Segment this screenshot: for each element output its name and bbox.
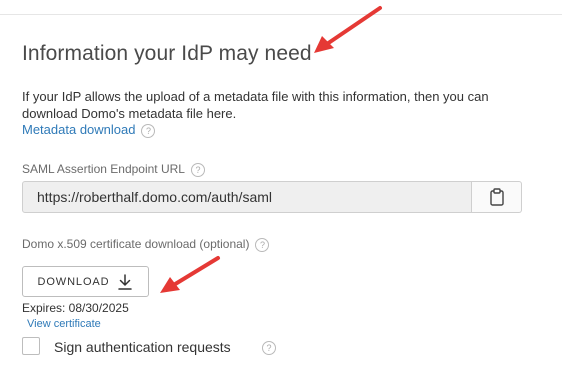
saml-endpoint-label: SAML Assertion Endpoint URL? xyxy=(22,162,205,177)
saml-endpoint-url-field[interactable]: https://roberthalf.domo.com/auth/saml xyxy=(22,181,472,213)
help-icon[interactable]: ? xyxy=(141,123,156,138)
download-icon xyxy=(118,273,133,290)
metadata-download-label[interactable]: Metadata download xyxy=(22,122,135,137)
sign-requests-label[interactable]: Sign authentication requests xyxy=(54,339,231,355)
section-description: If your IdP allows the upload of a metad… xyxy=(22,89,489,121)
certificate-download-label: Domo x.509 certificate download (optiona… xyxy=(22,237,270,252)
certificate-expiry: Expires: 08/30/2025 xyxy=(22,301,129,315)
help-icon[interactable]: ? xyxy=(262,341,276,355)
download-button-label[interactable]: DOWNLOAD xyxy=(38,276,110,288)
saml-endpoint-label-text: SAML Assertion Endpoint URL xyxy=(22,162,185,176)
download-certificate-button[interactable]: DOWNLOAD xyxy=(22,266,149,297)
section-heading: Information your IdP may need xyxy=(22,42,312,65)
sign-requests-checkbox[interactable] xyxy=(22,337,40,355)
metadata-download-link[interactable]: Metadata download? xyxy=(22,122,156,138)
help-icon[interactable]: ? xyxy=(255,237,270,252)
help-icon[interactable]: ? xyxy=(190,162,205,177)
copy-url-button[interactable] xyxy=(472,181,522,213)
certificate-download-label-text: Domo x.509 certificate download (optiona… xyxy=(22,237,250,251)
clipboard-icon xyxy=(489,188,504,206)
top-divider xyxy=(0,0,562,15)
view-certificate-link[interactable]: View certificate xyxy=(27,318,101,330)
